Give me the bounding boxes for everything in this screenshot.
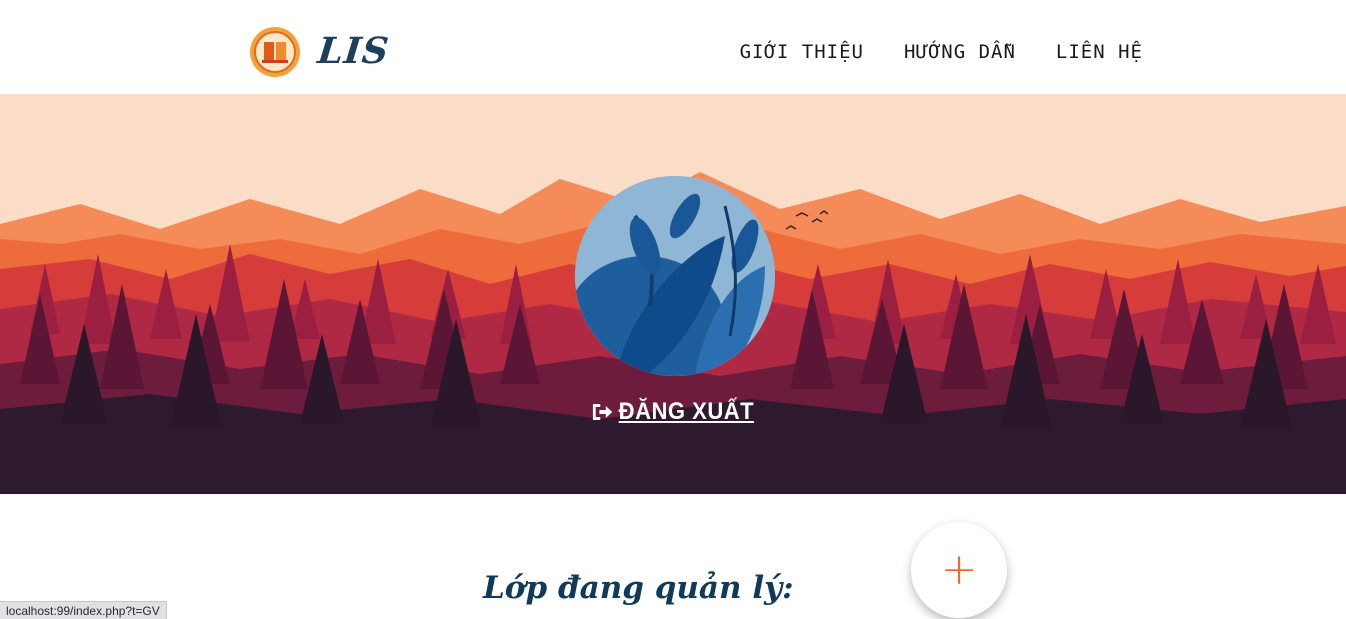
plus-icon: + xyxy=(940,544,978,595)
main-nav: GIỚI THIỆU HƯỚNG DẪN LIÊN HỆ xyxy=(740,41,1143,63)
logout-label: ĐĂNG XUẤT xyxy=(619,398,755,425)
sign-out-icon xyxy=(591,401,613,423)
brand-name[interactable]: LIS xyxy=(316,30,392,72)
logout-button[interactable]: ĐĂNG XUẤT xyxy=(591,398,754,426)
browser-status-url: localhost:99/index.php?t=GV xyxy=(0,601,167,619)
add-class-button[interactable]: + xyxy=(911,522,1007,618)
section-title: Lớp đang quản lý: xyxy=(483,570,794,606)
top-navbar: LIS GIỚI THIỆU HƯỚNG DẪN LIÊN HỆ xyxy=(0,0,1346,94)
logout-container: ĐĂNG XUẤT xyxy=(0,398,1346,427)
nav-gioi-thieu[interactable]: GIỚI THIỆU xyxy=(740,41,864,63)
hero-banner: ĐĂNG XUẤT xyxy=(0,94,1346,494)
school-logo-icon[interactable] xyxy=(249,26,301,78)
avatar[interactable] xyxy=(575,176,775,376)
nav-lien-he[interactable]: LIÊN HỆ xyxy=(1056,41,1143,63)
nav-huong-dan[interactable]: HƯỚNG DẪN xyxy=(904,41,1016,63)
